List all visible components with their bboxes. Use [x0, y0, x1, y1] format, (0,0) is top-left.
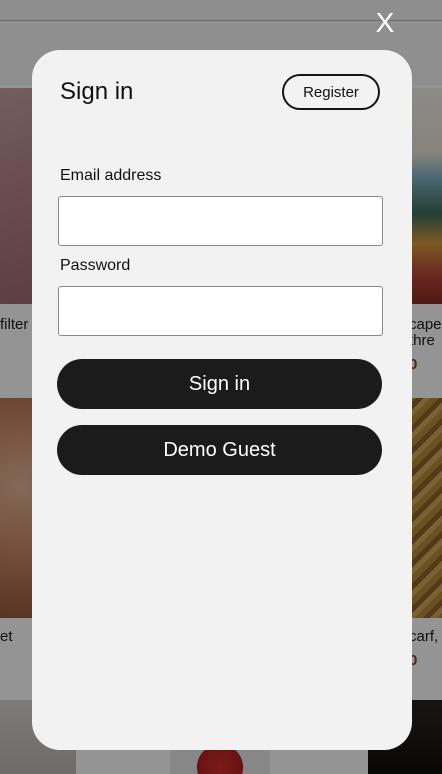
sign-in-button[interactable]: Sign in — [57, 359, 382, 409]
password-label: Password — [60, 257, 131, 274]
email-label: Email address — [60, 167, 162, 184]
dialog-title: Sign in — [60, 78, 134, 105]
email-field[interactable] — [58, 196, 383, 246]
sign-in-dialog: Sign in Register Email address Password … — [32, 50, 412, 750]
page: filter cape thre 0 et carf, 0 X Sign in … — [0, 0, 442, 774]
register-button[interactable]: Register — [282, 74, 380, 110]
password-field[interactable] — [58, 286, 383, 336]
demo-guest-button[interactable]: Demo Guest — [57, 425, 382, 475]
close-icon[interactable]: X — [370, 6, 400, 40]
